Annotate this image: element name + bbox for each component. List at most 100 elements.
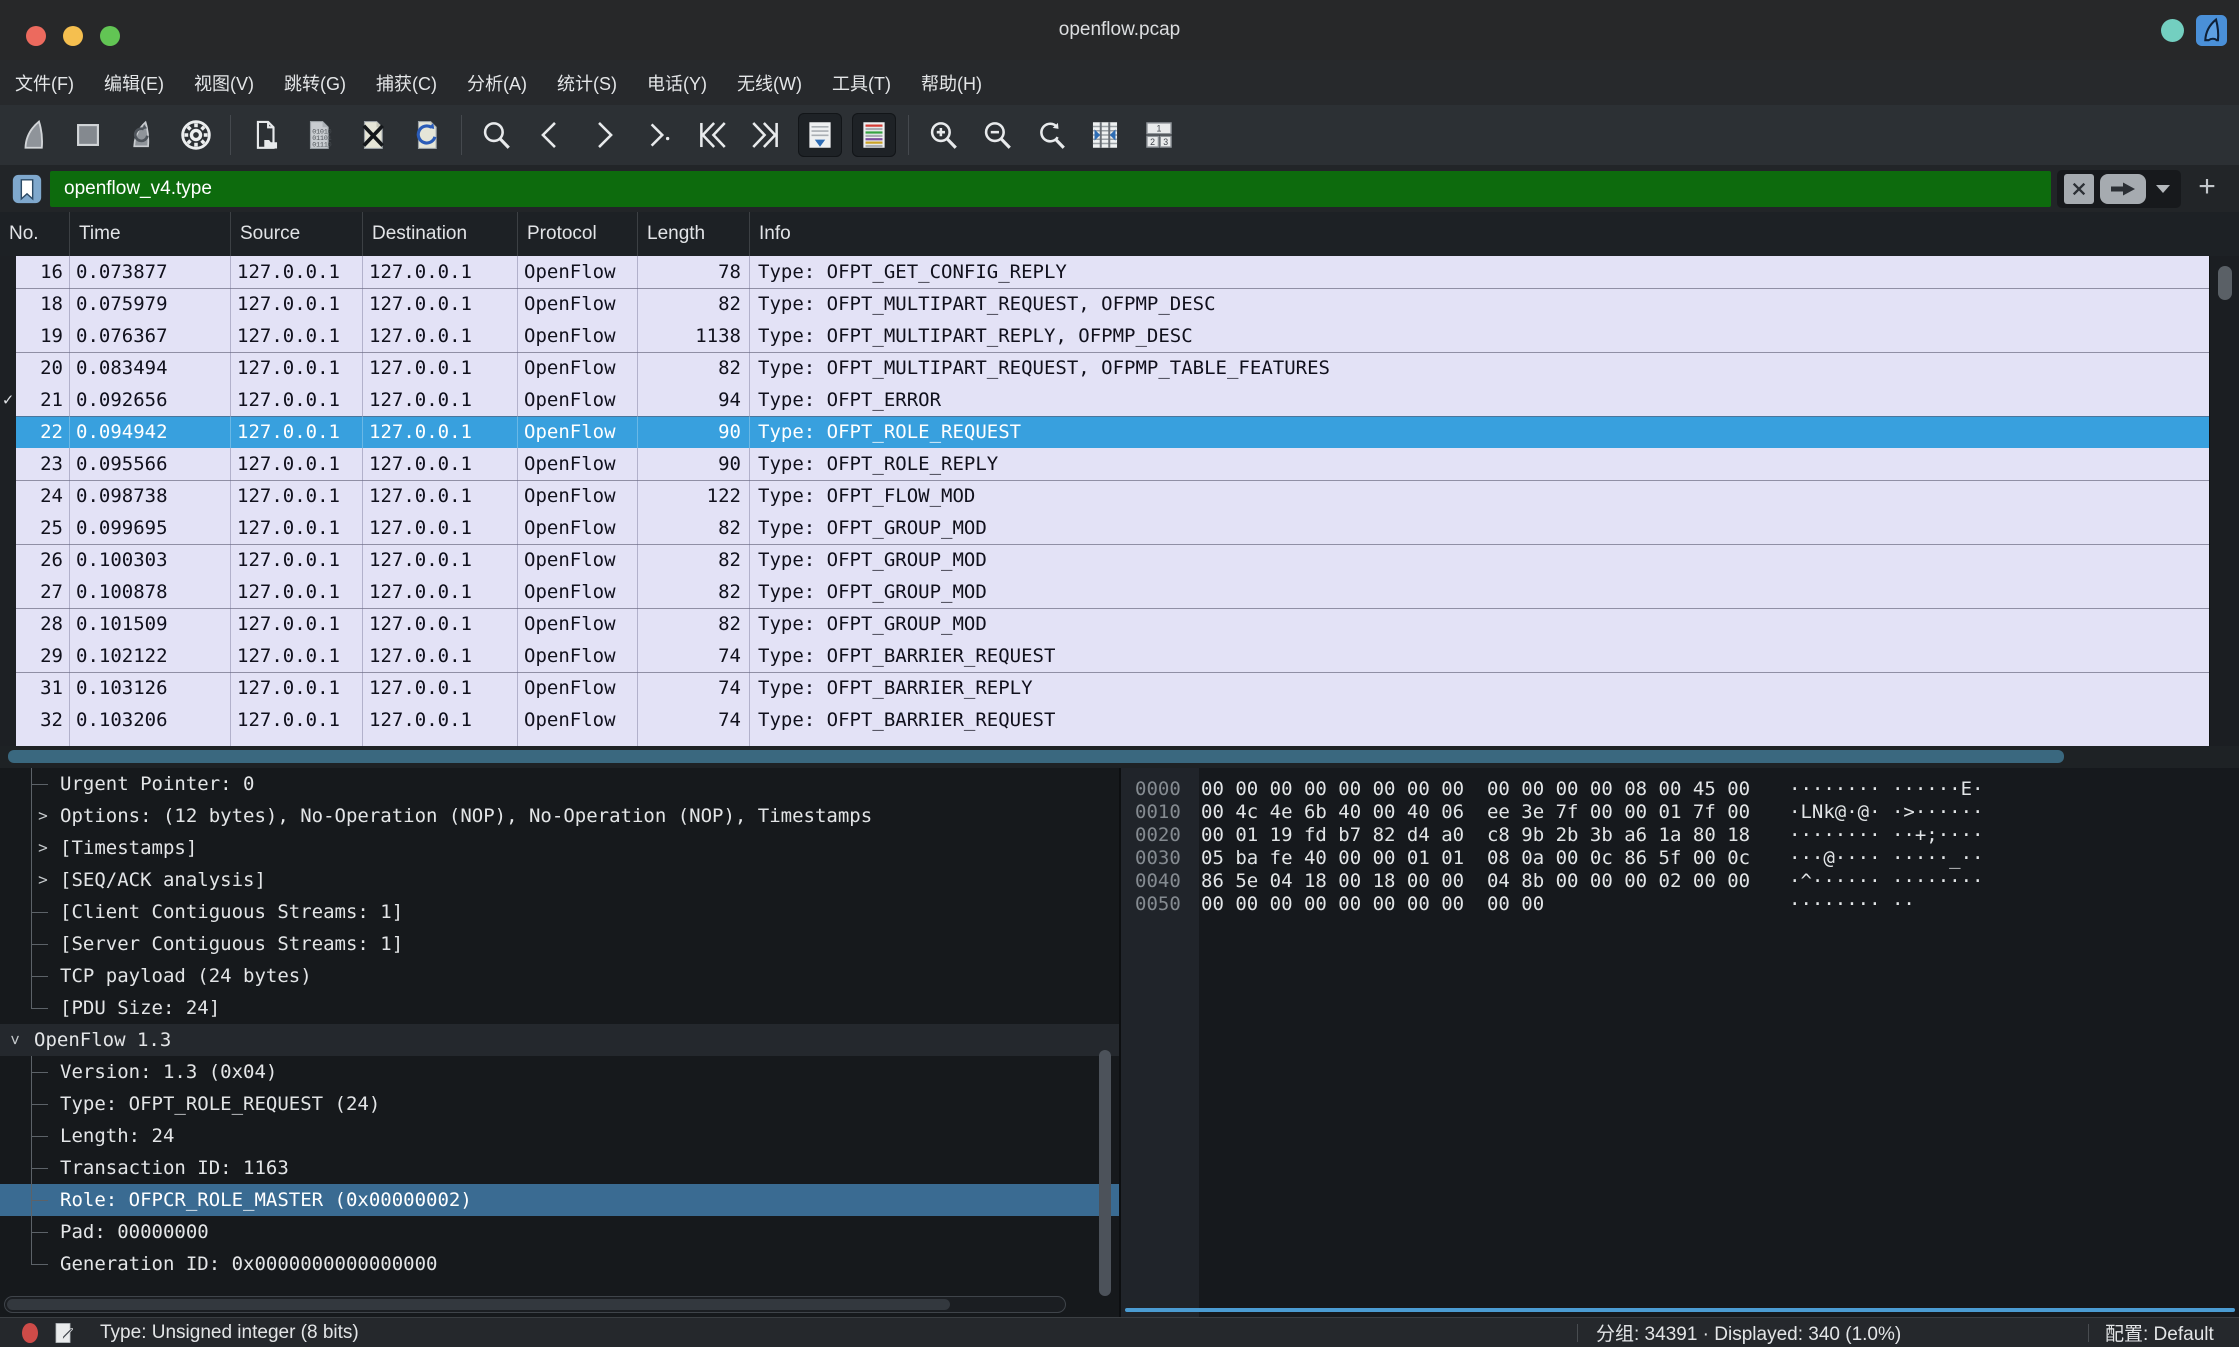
packet-row[interactable]: 240.098738127.0.0.1127.0.0.1OpenFlow122T… xyxy=(0,480,2209,512)
packet-row[interactable]: 270.100878127.0.0.1127.0.0.1OpenFlow82Ty… xyxy=(0,576,2209,608)
packet-list-hscroll-thumb[interactable] xyxy=(8,750,2064,763)
open-capture-file-button[interactable] xyxy=(243,113,287,157)
expander-closed-icon[interactable]: > xyxy=(34,832,52,864)
capture-comment-icon[interactable] xyxy=(52,1321,76,1345)
close-capture-file-button[interactable] xyxy=(351,113,395,157)
menu-file[interactable]: 文件(F) xyxy=(15,70,74,96)
menu-capture[interactable]: 捕获(C) xyxy=(376,70,437,96)
detail-row[interactable]: Generation ID: 0x0000000000000000 xyxy=(0,1248,1119,1280)
menu-view[interactable]: 视图(V) xyxy=(194,70,254,96)
detail-row[interactable]: TCP payload (24 bytes) xyxy=(0,960,1119,992)
menu-analyze[interactable]: 分析(A) xyxy=(467,70,527,96)
detail-row[interactable]: Role: OFPCR_ROLE_MASTER (0x00000002) xyxy=(0,1184,1119,1216)
hex-row[interactable]: 003005 ba fe 40 00 00 01 01 08 0a 00 0c … xyxy=(1121,847,2239,870)
packet-row[interactable]: 260.100303127.0.0.1127.0.0.1OpenFlow82Ty… xyxy=(0,544,2209,576)
packet-row[interactable]: 160.073877127.0.0.1127.0.0.1OpenFlow78Ty… xyxy=(0,256,2209,288)
detail-row[interactable]: [Server Contiguous Streams: 1] xyxy=(0,928,1119,960)
column-header-source[interactable]: Source xyxy=(231,212,363,256)
packet-row[interactable]: ✓210.092656127.0.0.1127.0.0.1OpenFlow94T… xyxy=(0,384,2209,416)
reload-capture-file-button[interactable] xyxy=(405,113,449,157)
column-header-protocol[interactable]: Protocol xyxy=(518,212,638,256)
status-profile[interactable]: 配置: Default xyxy=(2089,1319,2239,1346)
hex-row[interactable]: 005000 00 00 00 00 00 00 00 00 00·······… xyxy=(1121,893,2239,916)
close-window-button[interactable] xyxy=(26,26,46,46)
expander-open-icon[interactable]: > xyxy=(0,1031,31,1049)
last-packet-button[interactable] xyxy=(744,113,788,157)
go-back-button[interactable] xyxy=(528,113,572,157)
detail-row[interactable]: >[Timestamps] xyxy=(0,832,1119,864)
detail-text: [Server Contiguous Streams: 1] xyxy=(60,933,403,955)
detail-row[interactable]: Transaction ID: 1163 xyxy=(0,1152,1119,1184)
detail-row[interactable]: Type: OFPT_ROLE_REQUEST (24) xyxy=(0,1088,1119,1120)
detail-hscroll-thumb[interactable] xyxy=(7,1299,950,1310)
go-forward-button[interactable] xyxy=(582,113,626,157)
hex-row[interactable]: 001000 4c 4e 6b 40 00 40 06 ee 3e 7f 00 … xyxy=(1121,801,2239,824)
expander-closed-icon[interactable]: > xyxy=(34,800,52,832)
packet-cell-info: Type: OFPT_ERROR xyxy=(750,384,2209,416)
auto-scroll-button[interactable] xyxy=(798,113,842,157)
menu-edit[interactable]: 编辑(E) xyxy=(104,70,164,96)
packet-row[interactable]: 280.101509127.0.0.1127.0.0.1OpenFlow82Ty… xyxy=(0,608,2209,640)
zoom-window-button[interactable] xyxy=(100,26,120,46)
menu-help[interactable]: 帮助(H) xyxy=(921,70,982,96)
column-header-length[interactable]: Length xyxy=(638,212,750,256)
column-header-time[interactable]: Time xyxy=(70,212,231,256)
find-packet-button[interactable] xyxy=(474,113,518,157)
packet-row[interactable]: 220.094942127.0.0.1127.0.0.1OpenFlow90Ty… xyxy=(0,416,2209,448)
detail-row[interactable]: [Client Contiguous Streams: 1] xyxy=(0,896,1119,928)
minimize-window-button[interactable] xyxy=(63,26,83,46)
menu-telephony[interactable]: 电话(Y) xyxy=(647,70,707,96)
packet-row[interactable]: 310.103126127.0.0.1127.0.0.1OpenFlow74Ty… xyxy=(0,672,2209,704)
packet-row[interactable]: 180.075979127.0.0.1127.0.0.1OpenFlow82Ty… xyxy=(0,288,2209,320)
resize-columns-button[interactable] xyxy=(1083,113,1127,157)
hex-row[interactable]: 002000 01 19 fd b7 82 d4 a0 c8 9b 2b 3b … xyxy=(1121,824,2239,847)
detail-row[interactable]: Version: 1.3 (0x04) xyxy=(0,1056,1119,1088)
first-packet-button[interactable] xyxy=(690,113,734,157)
capture-options-button[interactable] xyxy=(174,113,218,157)
filter-dropdown-caret[interactable] xyxy=(2156,185,2170,193)
packet-row[interactable]: 320.103206127.0.0.1127.0.0.1OpenFlow74Ty… xyxy=(0,704,2209,736)
zoom-in-button[interactable] xyxy=(921,113,965,157)
column-header-info[interactable]: Info xyxy=(750,212,2239,256)
capture-start-button[interactable] xyxy=(12,113,56,157)
packet-row[interactable]: 230.095566127.0.0.1127.0.0.1OpenFlow90Ty… xyxy=(0,448,2209,480)
menu-go[interactable]: 跳转(G) xyxy=(284,70,346,96)
detail-row[interactable]: Urgent Pointer: 0 xyxy=(0,768,1119,800)
detail-vscroll-thumb[interactable] xyxy=(1099,1050,1111,1296)
apply-filter-button[interactable] xyxy=(2100,174,2146,204)
packet-row[interactable]: 190.076367127.0.0.1127.0.0.1OpenFlow1138… xyxy=(0,320,2209,352)
packet-list-vscroll-thumb[interactable] xyxy=(2218,266,2232,300)
zoom-out-button[interactable] xyxy=(975,113,1019,157)
detail-row[interactable]: Pad: 00000000 xyxy=(0,1216,1119,1248)
display-filter-input[interactable]: openflow_v4.type xyxy=(50,171,2051,207)
detail-row[interactable]: >Options: (12 bytes), No-Operation (NOP)… xyxy=(0,800,1119,832)
expander-closed-icon[interactable]: > xyxy=(34,864,52,896)
column-header-destination[interactable]: Destination xyxy=(363,212,518,256)
colorize-packets-button[interactable] xyxy=(852,113,896,157)
filter-bookmark-button[interactable] xyxy=(10,172,44,206)
detail-row[interactable]: >OpenFlow 1.3 xyxy=(0,1024,1119,1056)
detail-row[interactable]: Length: 24 xyxy=(0,1120,1119,1152)
detail-row[interactable]: >[SEQ/ACK analysis] xyxy=(0,864,1119,896)
menu-statistics[interactable]: 统计(S) xyxy=(557,70,617,96)
column-header-no[interactable]: No. xyxy=(0,212,70,256)
zoom-reset-button[interactable] xyxy=(1029,113,1073,157)
hex-row[interactable]: 000000 00 00 00 00 00 00 00 00 00 00 00 … xyxy=(1121,778,2239,801)
packet-row[interactable]: 200.083494127.0.0.1127.0.0.1OpenFlow82Ty… xyxy=(0,352,2209,384)
add-filter-button[interactable]: + xyxy=(2187,170,2227,204)
bytes-hscroll-thumb[interactable] xyxy=(1125,1308,2235,1312)
clear-filter-button[interactable] xyxy=(2064,174,2094,204)
packet-row[interactable]: 290.102122127.0.0.1127.0.0.1OpenFlow74Ty… xyxy=(0,640,2209,672)
layout-123-button[interactable]: 123 xyxy=(1137,113,1181,157)
menu-tools[interactable]: 工具(T) xyxy=(832,70,891,96)
save-capture-file-button[interactable]: 010100110101110 xyxy=(297,113,341,157)
packet-row[interactable]: 250.099695127.0.0.1127.0.0.1OpenFlow82Ty… xyxy=(0,512,2209,544)
capture-stop-button[interactable] xyxy=(66,113,110,157)
hex-row[interactable]: 004086 5e 04 18 00 18 00 00 04 8b 00 00 … xyxy=(1121,870,2239,893)
menu-wireless[interactable]: 无线(W) xyxy=(737,70,802,96)
packet-cell-src: 127.0.0.1 xyxy=(231,384,363,416)
expert-info-icon[interactable] xyxy=(22,1323,38,1343)
capture-restart-button[interactable] xyxy=(120,113,164,157)
detail-row[interactable]: [PDU Size: 24] xyxy=(0,992,1119,1024)
go-to-packet-button[interactable] xyxy=(636,113,680,157)
